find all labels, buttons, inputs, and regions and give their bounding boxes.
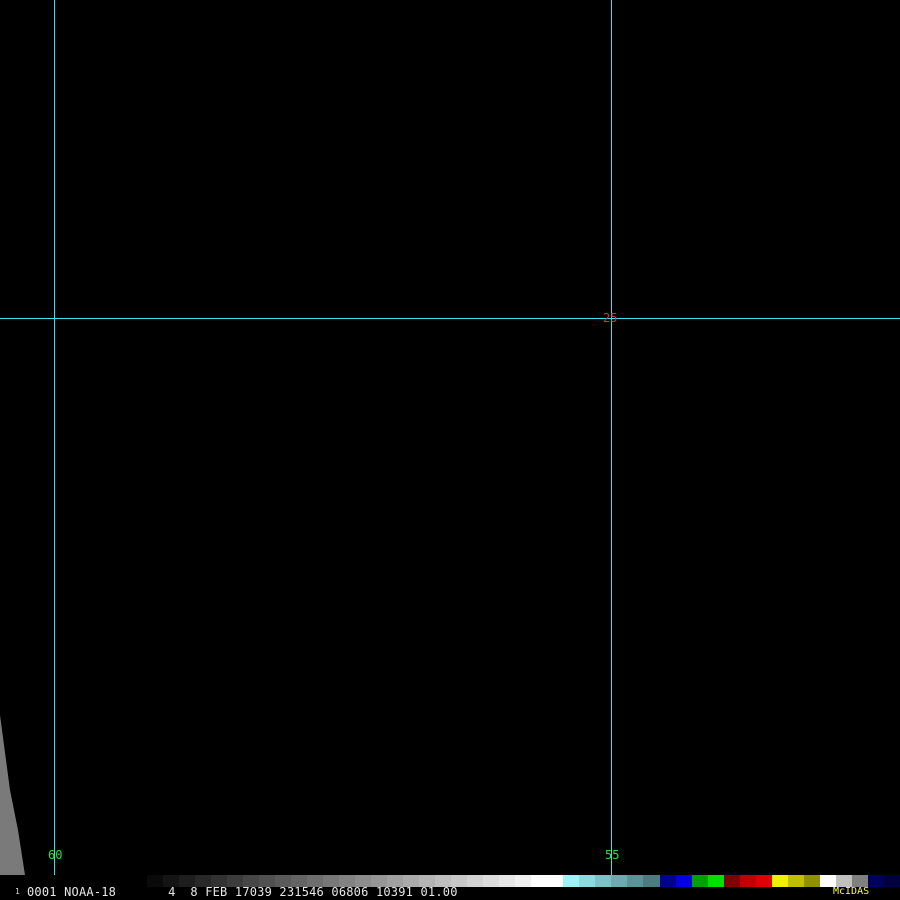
color-bar-segment xyxy=(467,875,484,887)
satellite-image-view: 25 60 55 1 0001 NOAA-18 4 8 FEB 17039 23… xyxy=(0,0,900,900)
color-bar-segment xyxy=(659,875,676,887)
color-bar-segment xyxy=(483,875,500,887)
color-bar-segment xyxy=(515,875,532,887)
color-bar-segment xyxy=(787,875,804,887)
color-bar-segment xyxy=(691,875,708,887)
color-bar-segment xyxy=(643,875,660,887)
color-bar-segment xyxy=(867,875,884,887)
imagery-swath-edge xyxy=(0,715,25,875)
color-bar-segment xyxy=(707,875,724,887)
longitude-label-55: 55 xyxy=(605,848,620,862)
color-bar-segment xyxy=(627,875,644,887)
latitude-label-25: 25 xyxy=(603,311,618,325)
color-bar-segment xyxy=(499,875,516,887)
color-bar-segment xyxy=(723,875,740,887)
mcidas-brand-label: McIDAS xyxy=(833,886,870,897)
color-bar-segment xyxy=(675,875,692,887)
color-bar-segment xyxy=(755,875,772,887)
color-bar-segment xyxy=(611,875,628,887)
image-info-text: 0001 NOAA-18 4 8 FEB 17039 231546 06806 … xyxy=(27,885,458,899)
color-bar-segment xyxy=(595,875,612,887)
color-bar-segment xyxy=(531,875,548,887)
frame-number: 1 xyxy=(15,887,20,896)
status-bar: 1 0001 NOAA-18 4 8 FEB 17039 231546 0680… xyxy=(0,875,900,900)
color-bar-segment xyxy=(883,875,900,887)
color-bar-segment xyxy=(771,875,788,887)
color-bar-segment xyxy=(739,875,756,887)
color-bar-segment xyxy=(547,875,564,887)
color-bar-segment xyxy=(803,875,820,887)
satellite-imagery-canvas xyxy=(0,0,900,900)
longitude-label-60: 60 xyxy=(48,848,63,862)
color-bar-segment xyxy=(579,875,596,887)
color-bar-segment xyxy=(563,875,580,887)
